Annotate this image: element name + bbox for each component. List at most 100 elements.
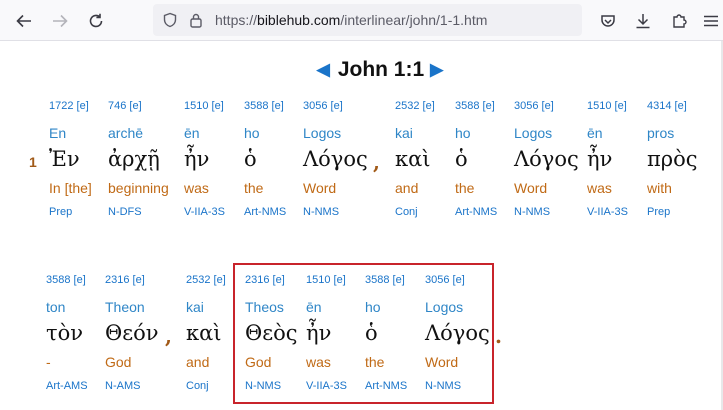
- lock-icon[interactable]: [189, 12, 203, 28]
- strongs-number-link[interactable]: 3588 [e]: [244, 100, 284, 112]
- parsing-link[interactable]: Art-NMS: [455, 206, 497, 218]
- transliteration[interactable]: ton: [46, 299, 65, 315]
- strongs-number-link[interactable]: 1510 [e]: [184, 100, 224, 112]
- parsing-link[interactable]: Prep: [49, 206, 72, 218]
- strongs-number-link[interactable]: 2316 [e]: [105, 274, 145, 286]
- transliteration[interactable]: En: [49, 125, 66, 141]
- hamburger-menu-icon: [704, 15, 718, 27]
- transliteration[interactable]: ho: [244, 125, 260, 141]
- strongs-number-link[interactable]: 1510 [e]: [306, 274, 346, 286]
- english-gloss: the: [455, 180, 475, 196]
- forward-button[interactable]: [49, 10, 71, 32]
- parsing-link[interactable]: N-AMS: [105, 380, 140, 392]
- strongs-number-link[interactable]: 3056 [e]: [425, 274, 465, 286]
- reload-button[interactable]: [85, 10, 107, 32]
- greek-word[interactable]: Θεόν: [105, 321, 159, 345]
- strongs-number-link[interactable]: 3056 [e]: [303, 100, 343, 112]
- transliteration[interactable]: archē: [108, 125, 143, 141]
- parsing-link[interactable]: V-IIA-3S: [184, 206, 225, 218]
- pocket-button[interactable]: [597, 10, 619, 32]
- transliteration[interactable]: ēn: [587, 125, 603, 141]
- strongs-number-link[interactable]: 1510 [e]: [587, 100, 627, 112]
- pocket-icon: [601, 15, 615, 27]
- transliteration[interactable]: kai: [395, 125, 413, 141]
- strongs-number-link[interactable]: 3056 [e]: [514, 100, 554, 112]
- greek-word[interactable]: ἦν: [306, 321, 331, 345]
- url-text[interactable]: https://biblehub.com/interlinear/john/1-…: [215, 12, 487, 28]
- greek-word[interactable]: Ἐν: [49, 147, 80, 171]
- transliteration[interactable]: Theos: [245, 299, 284, 315]
- english-gloss: God: [245, 354, 272, 370]
- english-gloss: Word: [425, 354, 459, 370]
- strongs-number-link[interactable]: 3588 [e]: [365, 274, 405, 286]
- greek-word[interactable]: τὸν: [46, 321, 83, 345]
- transliteration[interactable]: ho: [365, 299, 381, 315]
- english-gloss: beginning: [108, 180, 169, 196]
- greek-word[interactable]: ὁ: [455, 147, 468, 171]
- greek-word[interactable]: πρὸς: [647, 147, 698, 171]
- parsing-link[interactable]: Prep: [647, 206, 670, 218]
- transliteration[interactable]: Logos: [514, 125, 552, 141]
- greek-word[interactable]: ὁ: [244, 147, 257, 171]
- strongs-number-link[interactable]: 2316 [e]: [245, 274, 285, 286]
- page-title: John 1:1: [337, 58, 425, 81]
- greek-word[interactable]: καὶ: [395, 147, 431, 171]
- verse-number[interactable]: 1: [29, 154, 37, 170]
- english-gloss: the: [365, 354, 385, 370]
- parsing-link[interactable]: V-IIA-3S: [587, 206, 628, 218]
- greek-word[interactable]: Λόγος: [303, 147, 368, 171]
- greek-word[interactable]: Λόγος: [425, 321, 490, 345]
- transliteration[interactable]: Theon: [105, 299, 145, 315]
- strongs-number-link[interactable]: 3588 [e]: [455, 100, 495, 112]
- transliteration[interactable]: kai: [186, 299, 204, 315]
- address-bar[interactable]: https://biblehub.com/interlinear/john/1-…: [153, 4, 582, 36]
- strongs-number-link[interactable]: 1722 [e]: [49, 100, 89, 112]
- english-gloss: was: [306, 354, 331, 370]
- transliteration[interactable]: ēn: [184, 125, 200, 141]
- greek-word[interactable]: καὶ: [186, 321, 222, 345]
- transliteration[interactable]: Logos: [425, 299, 463, 315]
- strongs-number-link[interactable]: 2532 [e]: [186, 274, 226, 286]
- english-gloss: and: [186, 354, 210, 370]
- reload-icon: [89, 13, 103, 28]
- next-verse-arrow-icon[interactable]: ▶: [430, 60, 443, 80]
- greek-word[interactable]: Λόγος: [514, 147, 579, 171]
- previous-verse-arrow-icon[interactable]: ◀: [317, 60, 330, 80]
- strongs-number-link[interactable]: 2532 [e]: [395, 100, 435, 112]
- english-gloss: with: [647, 180, 672, 196]
- parsing-link[interactable]: N-NMS: [514, 206, 550, 218]
- app-menu-button[interactable]: [700, 10, 722, 32]
- browser-toolbar: https://biblehub.com/interlinear/john/1-…: [0, 0, 723, 41]
- parsing-link[interactable]: Conj: [395, 206, 418, 218]
- puzzle-icon: [673, 14, 687, 28]
- url-host: biblehub.com: [257, 12, 341, 28]
- greek-word[interactable]: ἦν: [587, 147, 612, 171]
- parsing-link[interactable]: Art-NMS: [365, 380, 407, 392]
- greek-word[interactable]: ἦν: [184, 147, 209, 171]
- parsing-link[interactable]: N-NMS: [245, 380, 281, 392]
- transliteration[interactable]: ho: [455, 125, 471, 141]
- comma-punctuation: ,: [165, 324, 172, 348]
- greek-word[interactable]: ὁ: [365, 321, 378, 345]
- transliteration[interactable]: ēn: [306, 299, 322, 315]
- parsing-link[interactable]: Art-NMS: [244, 206, 286, 218]
- greek-word[interactable]: ἀρχῇ: [108, 147, 160, 171]
- back-arrow-icon: [16, 14, 31, 28]
- greek-word[interactable]: Θεὸς: [245, 321, 298, 345]
- tracking-protection-shield-icon[interactable]: [162, 12, 178, 28]
- parsing-link[interactable]: Art-AMS: [46, 380, 88, 392]
- transliteration[interactable]: Logos: [303, 125, 341, 141]
- parsing-link[interactable]: V-IIA-3S: [306, 380, 347, 392]
- downloads-button[interactable]: [632, 10, 654, 32]
- back-button[interactable]: [13, 10, 35, 32]
- forward-arrow-icon: [53, 14, 68, 28]
- parsing-link[interactable]: N-NMS: [425, 380, 461, 392]
- parsing-link[interactable]: Conj: [186, 380, 209, 392]
- transliteration[interactable]: pros: [647, 125, 674, 141]
- parsing-link[interactable]: N-NMS: [303, 206, 339, 218]
- parsing-link[interactable]: N-DFS: [108, 206, 142, 218]
- extensions-button[interactable]: [668, 10, 690, 32]
- strongs-number-link[interactable]: 3588 [e]: [46, 274, 86, 286]
- strongs-number-link[interactable]: 4314 [e]: [647, 100, 687, 112]
- strongs-number-link[interactable]: 746 [e]: [108, 100, 142, 112]
